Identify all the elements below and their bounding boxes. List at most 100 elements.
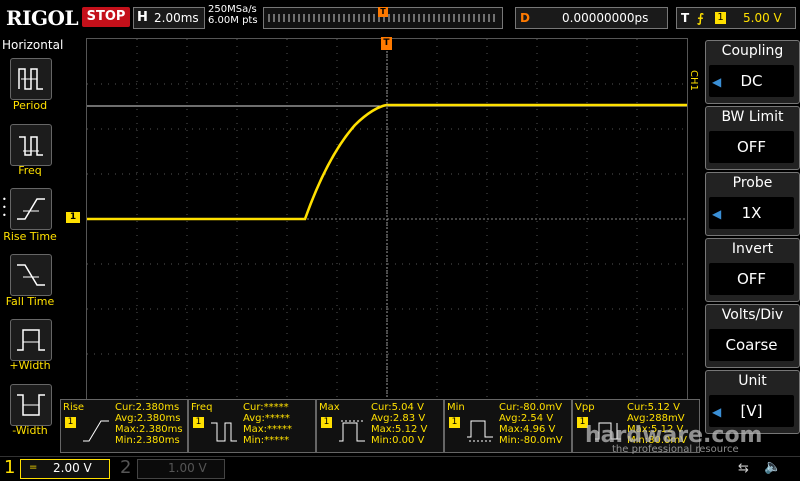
fall-time-button[interactable] <box>10 254 52 296</box>
measurement-avg: Avg:2.380ms <box>115 413 181 424</box>
speaker-icon[interactable]: 🔈 <box>764 459 781 475</box>
ch1-number[interactable]: 1 <box>4 457 15 478</box>
invert-menu-item[interactable]: Invert OFF <box>705 238 800 302</box>
trigger-position-marker: T <box>378 7 388 17</box>
measurement-max: Max:5.12 V <box>371 424 428 435</box>
measurement-rise[interactable]: Rise 1 Cur:2.380ms Avg:2.380ms Max:2.380… <box>60 399 188 453</box>
run-stop-button[interactable]: STOP <box>82 7 130 27</box>
watermark-subtitle: the professional resource <box>612 444 739 455</box>
memory-depth: 6.00M pts <box>208 15 258 26</box>
delay-label: D <box>520 11 530 25</box>
delay-box[interactable]: D 0.00000000ps <box>515 7 668 29</box>
menu-item-value: 1X <box>741 204 762 222</box>
menu-item-title: BW Limit <box>721 109 784 125</box>
period-icon <box>18 68 43 90</box>
probe-menu-item[interactable]: Probe ◀ 1X <box>705 172 800 236</box>
measurement-values: Cur:2.380ms Avg:2.380ms Max:2.380ms Min:… <box>115 402 183 446</box>
delay-value: 0.00000000ps <box>562 11 649 25</box>
menu-item-title: Probe <box>732 175 773 191</box>
measurement-source-badge: 1 <box>65 417 76 428</box>
menu-item-title: Volts/Div <box>721 307 784 323</box>
fall-time-label: Fall Time <box>5 295 55 308</box>
channel-menu: Coupling ◀ DC BW Limit OFF Probe ◀ 1X Inve… <box>705 38 800 458</box>
ch1-scale: 2.00 V <box>53 461 92 475</box>
measurement-cur: Cur:2.380ms <box>115 402 180 413</box>
measurement-min: Min:0.00 V <box>371 435 425 446</box>
horizontal-measure-panel: Horizontal Period Freq • • • Rise Time Fal… <box>0 36 64 456</box>
coupling-menu-item[interactable]: Coupling ◀ DC <box>705 40 800 104</box>
measurement-avg: Avg:2.54 V <box>499 413 554 424</box>
measurement-cur: Cur:5.12 V <box>627 402 680 413</box>
trigger-source-badge: 1 <box>715 12 726 24</box>
measurement-source-badge: 1 <box>449 417 460 428</box>
menu-item-title: Coupling <box>721 43 784 59</box>
measurement-source-badge: 1 <box>193 417 204 428</box>
ch2-number[interactable]: 2 <box>120 457 131 478</box>
timebase-value: 2.00ms <box>154 11 199 25</box>
bottom-channel-bar: 1 = 2.00 V 2 1.00 V ⇆ 🔈 <box>0 456 800 481</box>
measurement-avg: Avg:***** <box>243 413 290 424</box>
measurement-min: Min:***** <box>243 435 290 446</box>
frequency-icon <box>211 422 237 442</box>
rigol-logo: RIGOL <box>6 6 79 30</box>
waveform-display[interactable]: T <box>86 37 688 400</box>
usb-icon: ⇆ <box>738 461 749 476</box>
negative-width-label: -Width <box>12 424 48 437</box>
positive-width-label: +Width <box>9 359 51 372</box>
measurement-values: Cur:5.04 V Avg:2.83 V Max:5.12 V Min:0.0… <box>371 402 427 446</box>
sample-rate: 250MSa/s <box>208 4 257 15</box>
measurement-min: Min:2.380ms <box>115 435 180 446</box>
channel-tag: CH1 <box>688 70 699 91</box>
ch1-scale-box[interactable]: = 2.00 V <box>20 459 110 479</box>
measurement-freq[interactable]: Freq 1 Cur:***** Avg:***** Max:***** Min… <box>188 399 316 453</box>
measurement-max: Max:***** <box>243 424 293 435</box>
horizontal-label: H <box>137 10 148 25</box>
ch2-scale: 1.00 V <box>168 461 207 475</box>
menu-item-title: Invert <box>731 241 774 257</box>
trigger-level-value: 5.00 V <box>743 11 782 25</box>
dc-coupling-icon: = <box>29 462 38 473</box>
ch2-scale-box[interactable]: 1.00 V <box>137 459 225 479</box>
measurement-name: Max <box>319 402 340 413</box>
scroll-dots: • • • <box>2 195 7 220</box>
freq-button[interactable] <box>10 124 52 166</box>
positive-width-icon <box>17 329 45 351</box>
trigger-label: T <box>681 11 690 25</box>
rise-time-button[interactable] <box>10 188 52 230</box>
max-icon <box>339 420 365 442</box>
ch1-offset-marker[interactable]: 1 <box>66 212 80 223</box>
measurement-max[interactable]: Max 1 Cur:5.04 V Avg:2.83 V Max:5.12 V M… <box>316 399 444 453</box>
freq-label: Freq <box>18 164 42 177</box>
acquisition-info: 250MSa/s 6.00M pts <box>208 4 258 26</box>
rise-time-icon <box>83 420 109 442</box>
menu-item-value: [V] <box>740 402 763 420</box>
menu-item-value: OFF <box>736 138 767 156</box>
menu-item-value: DC <box>740 72 763 90</box>
period-button[interactable] <box>10 58 52 100</box>
positive-width-button[interactable] <box>10 319 52 361</box>
period-label: Period <box>12 99 48 112</box>
measurement-max: Max:2.380ms <box>115 424 183 435</box>
menu-item-value: OFF <box>736 270 767 288</box>
memory-overview-strip[interactable]: T <box>263 7 503 29</box>
measurement-min[interactable]: Min 1 Cur:-80.0mV Avg:2.54 V Max:4.96 V … <box>444 399 572 453</box>
horizontal-timebase-box[interactable]: H 2.00ms <box>133 7 205 29</box>
fall-time-icon <box>17 264 45 286</box>
graticule <box>87 39 687 399</box>
measurement-name: Min <box>447 402 465 413</box>
measurement-name: Vpp <box>575 402 595 413</box>
trigger-time-marker[interactable]: T <box>381 37 392 50</box>
rise-time-icon <box>17 198 45 220</box>
rise-time-label: Rise Time <box>3 230 57 243</box>
trigger-box[interactable]: T ⨍ 1 5.00 V <box>676 7 796 29</box>
volts-div-menu-item[interactable]: Volts/Div Coarse <box>705 304 800 368</box>
measurement-values: Cur:-80.0mV Avg:2.54 V Max:4.96 V Min:-8… <box>499 402 563 446</box>
measurement-source-badge: 1 <box>321 417 332 428</box>
menu-item-value: Coarse <box>725 336 778 354</box>
rising-edge-icon: ⨍ <box>697 11 704 25</box>
measurement-cur: Cur:***** <box>243 402 289 413</box>
top-status-bar: RIGOL STOP H 2.00ms 250MSa/s 6.00M pts T… <box>0 0 800 36</box>
panel-title: Horizontal <box>2 38 64 52</box>
bw-limit-menu-item[interactable]: BW Limit OFF <box>705 106 800 170</box>
negative-width-button[interactable] <box>10 384 52 426</box>
